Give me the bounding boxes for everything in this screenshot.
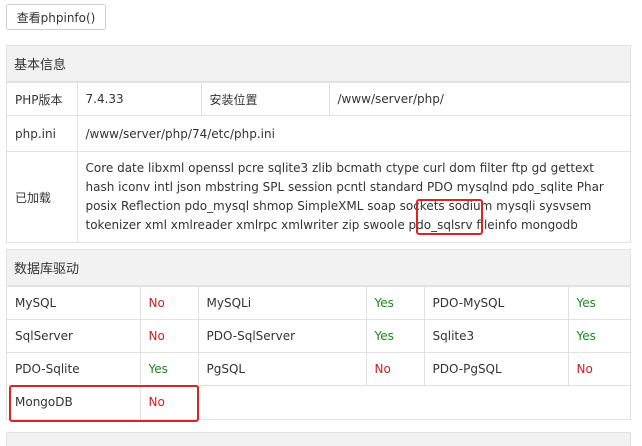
db-drivers-title: 数据库驱动 (7, 250, 630, 286)
php-ini-path: /www/server/php/74/etc/php.ini (76, 115, 630, 152)
driver-name-pgsql: PgSQL (197, 352, 367, 386)
driver-status-mysqli: Yes (365, 286, 425, 320)
php-version-label: PHP版本 (7, 82, 78, 116)
driver-name-pdo-mysql: PDO-MySQL (423, 286, 569, 320)
driver-status-pgsql: No (365, 352, 425, 386)
empty-cell (197, 385, 630, 419)
install-path-value: /www/server/php/ (328, 82, 630, 116)
php-version-value: 7.4.33 (76, 82, 202, 116)
php-ini-label: php.ini (7, 115, 78, 152)
driver-name-sqlserver: SqlServer (7, 319, 141, 353)
driver-name-pdo-sqlite: PDO-Sqlite (7, 352, 141, 386)
driver-status-pdo-sqlserver: Yes (365, 319, 425, 353)
driver-name-mysql: MySQL (7, 286, 141, 320)
basic-info-title: 基本信息 (7, 46, 630, 82)
loaded-extensions-list: Core date libxml openssl pcre sqlite3 zl… (76, 151, 630, 242)
driver-name-sqlite3: Sqlite3 (423, 319, 569, 353)
driver-name-pdo-pgsql: PDO-PgSQL (423, 352, 569, 386)
driver-row: SqlServer No PDO-SqlServer Yes Sqlite3 Yes (7, 319, 630, 353)
driver-status-pdo-sqlite: Yes (139, 352, 199, 386)
driver-name-mysqli: MySQLi (197, 286, 367, 320)
next-panel-header (6, 432, 631, 446)
basic-info-table: PHP版本 7.4.33 安装位置 /www/server/php/ php.i… (7, 82, 630, 242)
driver-status-pdo-pgsql: No (567, 352, 630, 386)
driver-row: PDO-Sqlite Yes PgSQL No PDO-PgSQL No (7, 352, 630, 386)
driver-name-pdo-sqlserver: PDO-SqlServer (197, 319, 367, 353)
mongodb-extension-highlight (416, 199, 483, 235)
driver-status-sqlserver: No (139, 319, 199, 353)
basic-info-panel: 基本信息 PHP版本 7.4.33 安装位置 /www/server/php/ … (6, 45, 631, 243)
install-path-label: 安装位置 (200, 82, 330, 116)
driver-row: MySQL No MySQLi Yes PDO-MySQL Yes (7, 286, 630, 320)
mongodb-driver-highlight (9, 385, 199, 422)
driver-status-mysql: No (139, 286, 199, 320)
loaded-extensions-label: 已加载 (7, 151, 78, 242)
driver-status-sqlite3: Yes (567, 319, 630, 353)
driver-status-pdo-mysql: Yes (567, 286, 630, 320)
phpinfo-button[interactable]: 查看phpinfo() (6, 4, 106, 30)
